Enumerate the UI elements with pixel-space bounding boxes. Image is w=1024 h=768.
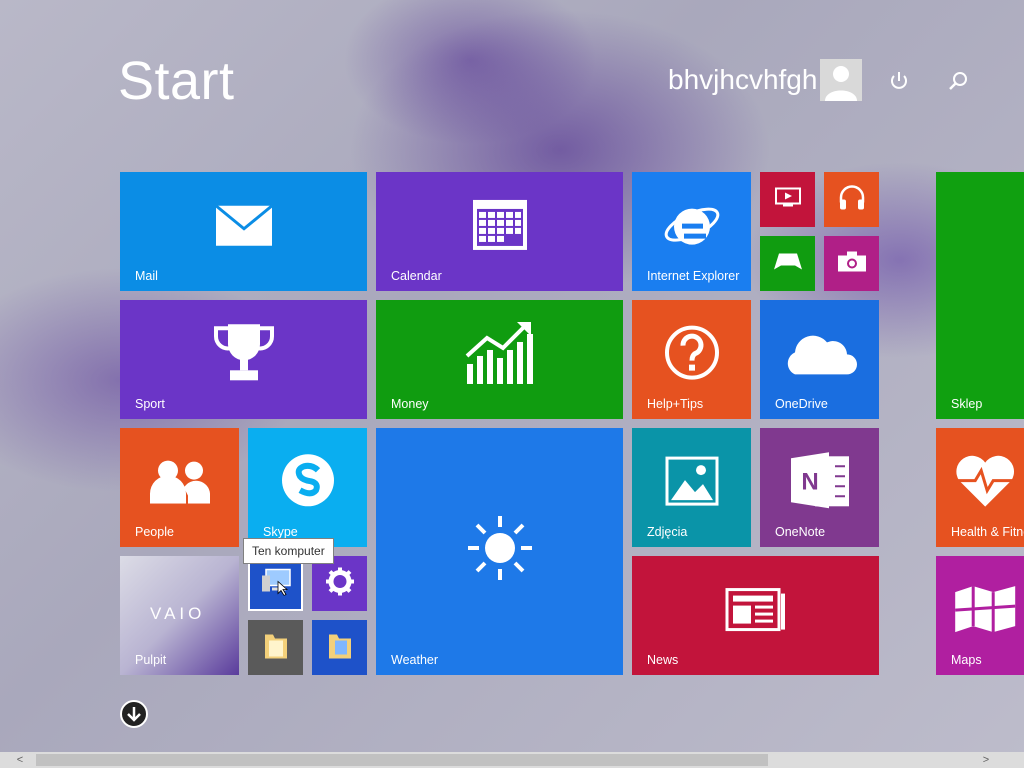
photo-icon [665,456,719,511]
headphones-icon [838,184,866,215]
tile-settings[interactable] [312,556,367,611]
computer-icon [260,567,292,600]
tile-health-fitness[interactable]: Health & Fitne [936,428,1024,547]
cloud-icon [781,330,859,381]
people-icon [148,459,212,508]
tile-label: People [135,525,174,539]
skype-icon [278,450,338,515]
tile-this-pc[interactable] [248,556,303,611]
tile-games[interactable] [760,236,815,291]
user-avatar-icon[interactable] [820,59,862,101]
internet-explorer-icon [662,196,722,257]
tile-label: OneNote [775,525,826,539]
scrollbar-thumb[interactable] [36,754,768,766]
folder-icon [263,630,289,665]
tile-skype[interactable]: Skype [248,428,367,547]
tile-onenote[interactable]: N OneNote [760,428,879,547]
tile-music[interactable] [824,172,879,227]
arrow-down-circle-icon[interactable] [120,700,148,728]
tile-label: Sklep [951,397,983,411]
tile-video[interactable] [760,172,815,227]
tile-camera[interactable] [824,236,879,291]
trophy-icon [212,322,276,387]
heart-pulse-icon [953,452,1017,513]
tile-label: News [647,653,679,667]
tile-libraries[interactable] [312,620,367,675]
scroll-left-button[interactable]: < [10,752,30,768]
tile-label: OneDrive [775,397,828,411]
vaio-logo: VAIO [150,604,206,623]
tile-label: Calendar [391,269,442,283]
svg-text:N: N [801,468,818,495]
tile-help-tips[interactable]: Help+Tips [632,300,751,419]
onenote-icon: N [789,450,851,515]
tile-desktop[interactable]: VAIO Pulpit [120,556,239,675]
tile-label: Help+Tips [647,397,704,411]
tile-people[interactable]: People [120,428,239,547]
tile-news[interactable]: News [632,556,879,675]
video-icon [774,187,801,212]
tile-label: Zdjęcia [647,525,688,539]
scroll-right-button[interactable]: > [976,752,996,768]
tile-calendar[interactable]: Calendar [376,172,623,291]
tile-file-explorer[interactable] [248,620,303,675]
tile-label: Mail [135,269,158,283]
tile-label: Weather [391,653,439,667]
tile-label: Maps [951,653,982,667]
map-icon [953,584,1017,639]
horizontal-scrollbar[interactable]: < > [0,752,1024,768]
tile-label: Health & Fitne [951,525,1024,539]
tile-label: Money [391,397,429,411]
mail-icon [214,204,273,251]
tile-internet-explorer[interactable]: Internet Explorer [632,172,751,291]
tile-label: Sport [135,397,165,411]
tile-mail[interactable]: Mail [120,172,367,291]
tile-sport[interactable]: Sport [120,300,367,419]
calendar-icon [472,198,528,255]
tile-maps[interactable]: Maps [936,556,1024,675]
search-icon[interactable] [944,67,972,95]
gear-icon [325,566,355,601]
sun-icon [465,513,535,588]
user-name[interactable]: bhvjhcvhfgh [668,64,817,96]
camera-icon [837,250,867,277]
library-folder-icon [327,630,353,665]
game-controller-icon [773,251,803,276]
tile-store[interactable]: Sklep [936,172,1024,419]
news-icon [725,587,787,636]
tile-photos[interactable]: Zdjęcia [632,428,751,547]
tile-weather[interactable]: Weather [376,428,623,675]
tile-onedrive[interactable]: OneDrive [760,300,879,419]
question-icon [664,324,720,385]
tile-label: Internet Explorer [647,269,740,283]
tile-label: Skype [263,525,298,539]
tile-label: Pulpit [135,653,167,667]
tile-money[interactable]: Money [376,300,623,419]
power-icon[interactable] [885,67,913,95]
chart-up-icon [465,319,535,388]
tooltip: Ten komputer [243,538,334,564]
page-title: Start [118,51,235,111]
